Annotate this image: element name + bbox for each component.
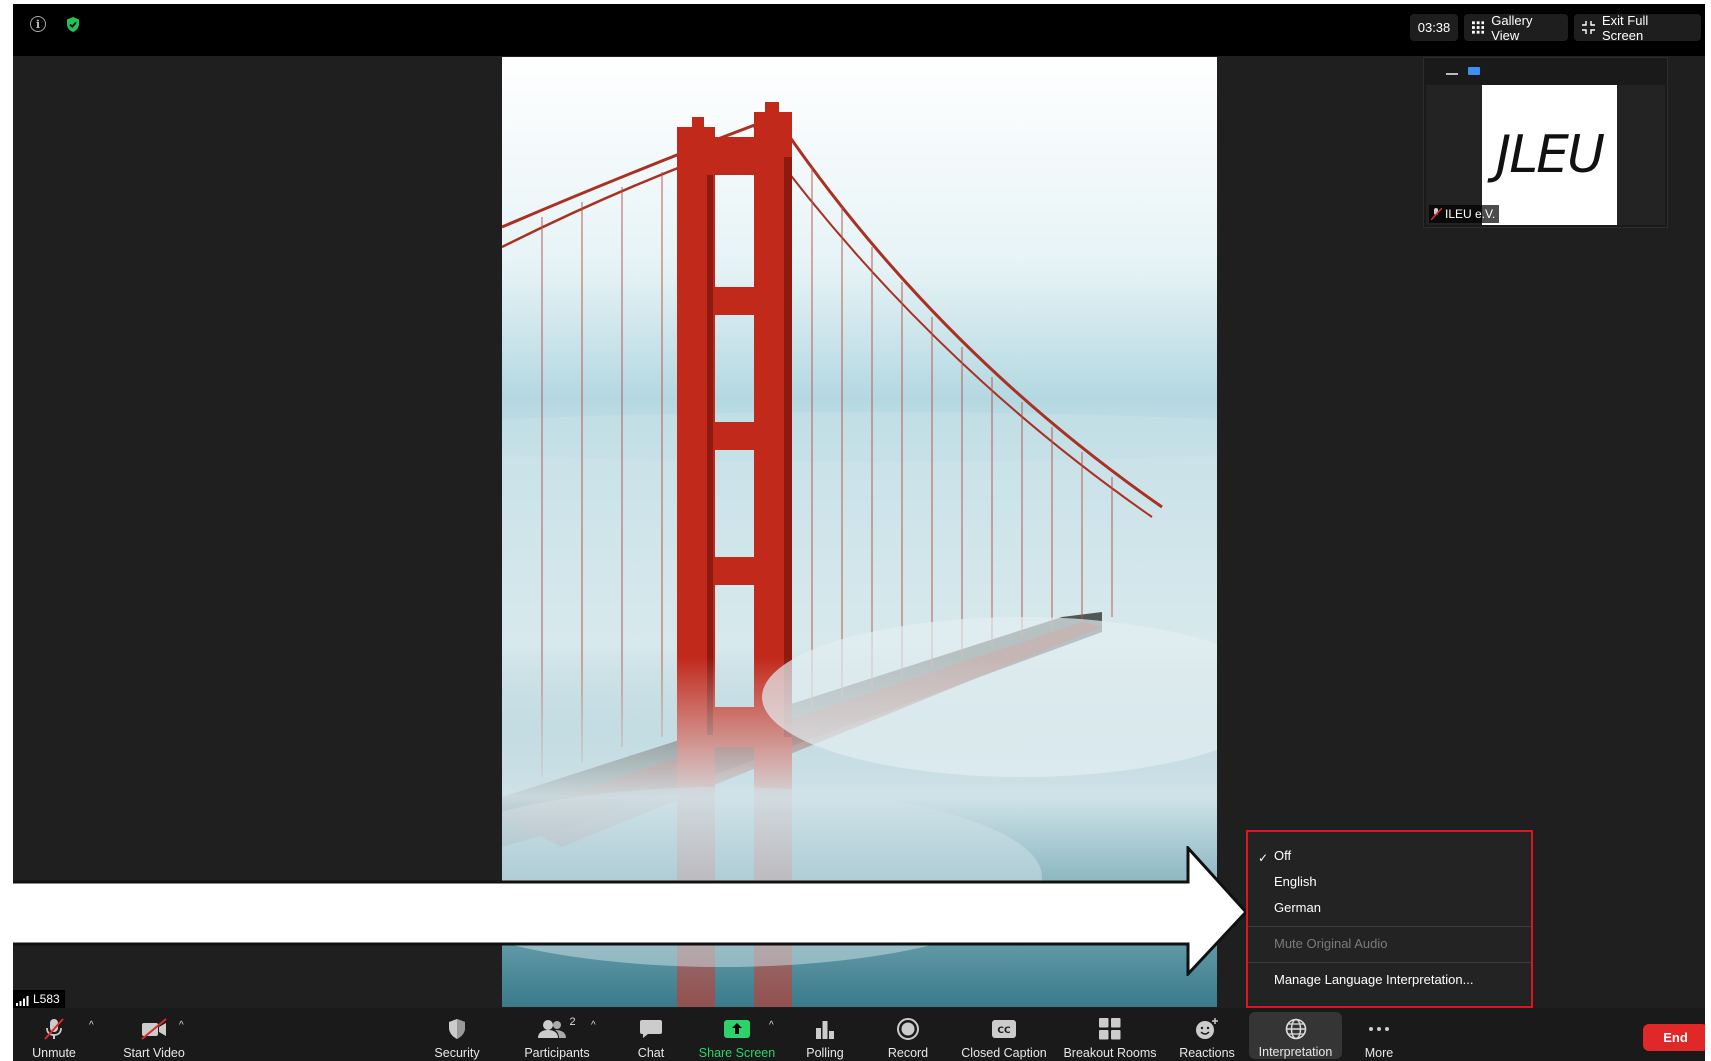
menu-divider [1248, 962, 1531, 963]
gallery-view-label: Gallery View [1491, 12, 1533, 43]
menu-divider [1248, 926, 1531, 927]
interpretation-label: Interpretation [1258, 1045, 1333, 1059]
record-label: Record [887, 1046, 929, 1060]
participants-button[interactable]: 2 Participants [518, 1008, 596, 1061]
share-options-caret-icon[interactable]: ^ [769, 1020, 774, 1031]
share-screen-label: Share Screen [698, 1046, 776, 1060]
timer-text: 03:38 [1417, 20, 1451, 35]
more-button[interactable]: More [1359, 1008, 1399, 1061]
participant-name-tag: ILEU e.V. [1429, 205, 1500, 223]
muted-video-icon [141, 1018, 167, 1040]
breakout-rooms-button[interactable]: Breakout Rooms [1062, 1008, 1158, 1061]
thumbnail-view-icon[interactable] [1468, 66, 1480, 75]
video-options-caret-icon[interactable]: ^ [179, 1020, 184, 1031]
menu-item-german[interactable]: German [1274, 900, 1321, 915]
annotation-arrow [13, 846, 1248, 976]
top-bar: i 03:38 Gallery View Exit Full Screen [13, 4, 1705, 56]
start-video-button[interactable]: Start Video [115, 1008, 193, 1061]
exit-fullscreen-button[interactable]: Exit Full Screen [1574, 12, 1701, 43]
reactions-button[interactable]: Reactions [1177, 1008, 1237, 1061]
chat-bubble-icon [640, 1020, 662, 1038]
more-label: More [1364, 1046, 1394, 1060]
chat-label: Chat [637, 1046, 665, 1060]
meeting-timer: 03:38 [1410, 14, 1458, 41]
zoom-meeting-window: i 03:38 Gallery View Exit Full Screen JL… [13, 4, 1705, 1061]
minimize-thumbnail-icon[interactable] [1446, 72, 1458, 75]
record-icon [897, 1018, 919, 1040]
closed-caption-icon: CC [992, 1020, 1016, 1038]
closed-caption-label: Closed Caption [961, 1046, 1047, 1060]
signal-bars-icon [16, 996, 29, 1006]
polling-bars-icon [816, 1021, 834, 1039]
menu-item-off[interactable]: Off [1274, 848, 1291, 863]
interpretation-menu: ✓ Off English German Mute Original Audio… [1246, 830, 1533, 1008]
record-button[interactable]: Record [884, 1008, 932, 1061]
globe-icon [1285, 1018, 1306, 1039]
menu-item-english[interactable]: English [1274, 874, 1317, 889]
participants-count: 2 [569, 1016, 576, 1028]
chat-button[interactable]: Chat [631, 1008, 671, 1061]
shield-check-icon[interactable] [65, 16, 81, 33]
audio-options-caret-icon[interactable]: ^ [89, 1020, 94, 1031]
gallery-view-button[interactable]: Gallery View [1464, 12, 1568, 43]
security-shield-icon [449, 1019, 465, 1039]
participant-name: ILEU e.V. [1445, 207, 1496, 221]
breakout-rooms-label: Breakout Rooms [1063, 1046, 1157, 1060]
interpretation-button[interactable]: Interpretation [1249, 1012, 1342, 1059]
unmute-label: Unmute [32, 1046, 76, 1060]
participants-options-caret-icon[interactable]: ^ [591, 1020, 596, 1031]
end-label: End [1663, 1030, 1688, 1045]
gallery-grid-icon [1472, 21, 1485, 34]
signal-label: L583 [33, 992, 60, 1006]
menu-item-manage-interpretation[interactable]: Manage Language Interpretation... [1274, 972, 1473, 987]
muted-mic-icon [1431, 208, 1442, 220]
closed-caption-button[interactable]: CC Closed Caption [959, 1008, 1049, 1061]
start-video-label: Start Video [123, 1046, 185, 1060]
reactions-icon [1196, 1018, 1218, 1039]
ileu-logo: JLEU [1482, 85, 1617, 225]
share-screen-icon [724, 1020, 750, 1038]
participants-icon [538, 1020, 567, 1038]
reactions-label: Reactions [1179, 1046, 1235, 1060]
security-label: Security [434, 1046, 480, 1060]
polling-button[interactable]: Polling [801, 1008, 849, 1061]
svg-text:CC: CC [997, 1026, 1011, 1036]
connection-indicator: L583 [13, 990, 65, 1008]
meeting-toolbar: Unmute ^ Start Video ^ Security 2 Partic… [13, 1008, 1705, 1061]
unmute-button[interactable]: Unmute [31, 1008, 77, 1061]
muted-mic-icon [44, 1018, 64, 1040]
breakout-rooms-icon [1099, 1018, 1121, 1040]
participants-label: Participants [524, 1046, 590, 1060]
logo-text: JLEU [1495, 125, 1605, 185]
thumbnail-header [1424, 58, 1667, 83]
info-icon[interactable]: i [30, 16, 46, 32]
thumbnail-video: JLEU ILEU e.V. [1426, 85, 1665, 225]
share-screen-button[interactable]: Share Screen [697, 1008, 777, 1061]
exit-fullscreen-icon [1582, 21, 1595, 34]
exit-fullscreen-label: Exit Full Screen [1602, 12, 1649, 43]
end-meeting-button[interactable]: End [1643, 1024, 1705, 1051]
security-button[interactable]: Security [427, 1008, 487, 1061]
more-dots-icon [1369, 1027, 1389, 1031]
menu-item-mute-original-audio: Mute Original Audio [1274, 936, 1388, 951]
polling-label: Polling [806, 1046, 844, 1060]
self-view-thumbnail[interactable]: JLEU ILEU e.V. [1423, 57, 1668, 228]
checkmark-icon: ✓ [1258, 851, 1269, 865]
